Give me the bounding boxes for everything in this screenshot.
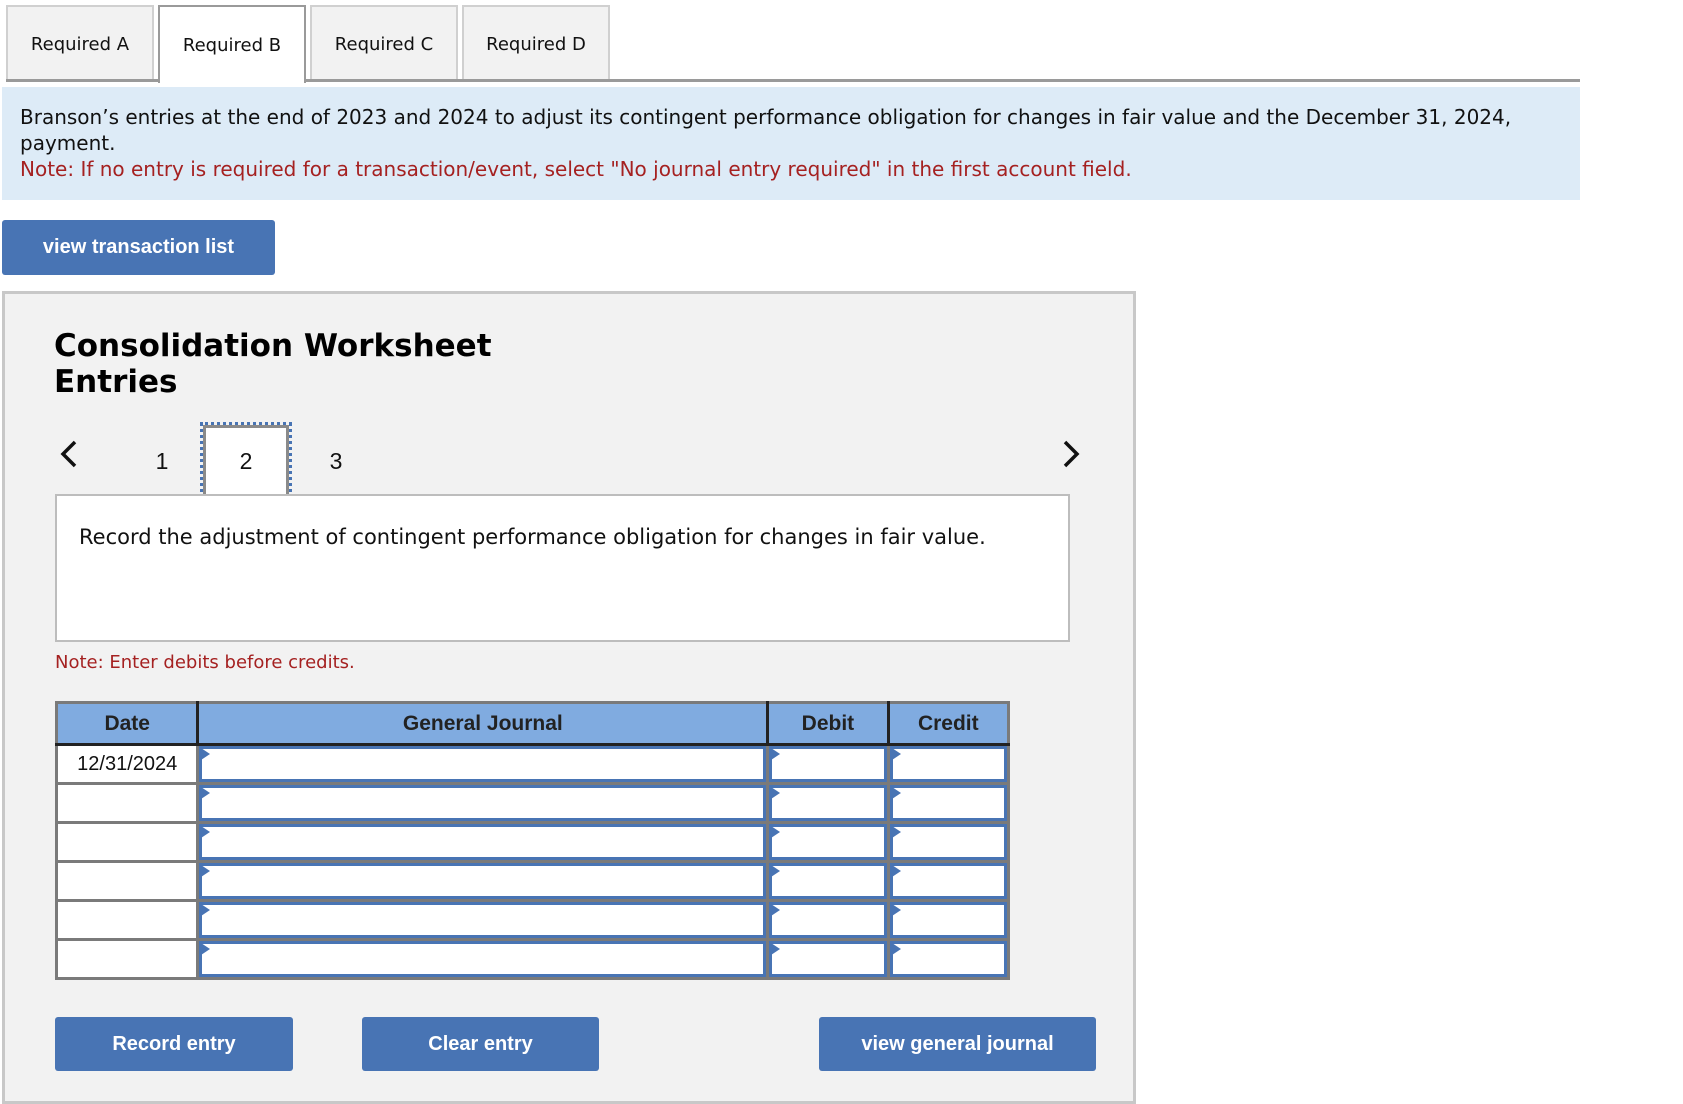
account-input[interactable]	[199, 785, 767, 821]
account-input[interactable]	[199, 746, 767, 782]
account-cell	[197, 744, 770, 785]
credit-cell	[888, 900, 1009, 941]
debit-input[interactable]	[769, 902, 887, 938]
tab-required-b[interactable]: Required B	[158, 5, 306, 83]
account-cell	[197, 900, 770, 941]
account-cell	[197, 939, 770, 979]
journal-row: 12/31/2024	[56, 744, 1009, 785]
debit-cell	[767, 783, 890, 824]
view-transaction-list-button[interactable]: view transaction list	[2, 220, 275, 275]
worksheet-panel: Consolidation Worksheet Entries 1 2 3 Re…	[2, 291, 1136, 1104]
debit-input[interactable]	[769, 863, 887, 899]
debits-note: Note: Enter debits before credits.	[55, 652, 355, 673]
debit-input[interactable]	[769, 746, 887, 782]
instruction-banner: Branson’s entries at the end of 2023 and…	[2, 87, 1580, 200]
credit-input[interactable]	[889, 902, 1007, 938]
tab-required-c[interactable]: Required C	[310, 5, 458, 81]
header-date: Date	[56, 702, 200, 746]
tab-required-a[interactable]: Required A	[6, 5, 154, 81]
journal-body: 12/31/2024	[56, 744, 1009, 979]
header-general-journal: General Journal	[197, 702, 770, 746]
credit-cell	[888, 822, 1009, 863]
debit-cell	[767, 822, 890, 863]
record-entry-button[interactable]: Record entry	[55, 1017, 293, 1071]
journal-table: Date General Journal Debit Credit 12/31/…	[55, 701, 1010, 980]
journal-row	[56, 939, 1009, 979]
account-input[interactable]	[199, 824, 767, 860]
journal-row	[56, 861, 1009, 902]
date-cell	[56, 900, 200, 941]
date-cell	[56, 939, 200, 979]
view-general-journal-button[interactable]: view general journal	[819, 1017, 1096, 1071]
account-input[interactable]	[199, 902, 767, 938]
date-cell: 12/31/2024	[56, 744, 200, 785]
journal-row	[56, 822, 1009, 863]
credit-cell	[888, 861, 1009, 902]
credit-input[interactable]	[889, 941, 1007, 977]
credit-input[interactable]	[889, 746, 1007, 782]
chevron-right-icon[interactable]	[1055, 434, 1085, 474]
account-cell	[197, 783, 770, 824]
date-cell	[56, 783, 200, 824]
page-1[interactable]: 1	[119, 425, 205, 497]
debit-input[interactable]	[769, 824, 887, 860]
header-debit: Debit	[767, 702, 890, 746]
header-credit: Credit	[888, 702, 1009, 746]
debit-cell	[767, 939, 890, 979]
journal-header-row: Date General Journal Debit Credit	[56, 702, 1009, 746]
debit-cell	[767, 744, 890, 785]
journal-row	[56, 783, 1009, 824]
instruction-note: Note: If no entry is required for a tran…	[20, 157, 1132, 181]
account-cell	[197, 861, 770, 902]
debit-input[interactable]	[769, 785, 887, 821]
tab-required-d[interactable]: Required D	[462, 5, 610, 81]
clear-entry-button[interactable]: Clear entry	[362, 1017, 599, 1071]
account-input[interactable]	[199, 941, 767, 977]
credit-input[interactable]	[889, 863, 1007, 899]
account-input[interactable]	[199, 863, 767, 899]
requirement-tabs: Required A Required B Required C Require…	[6, 5, 614, 83]
credit-cell	[888, 744, 1009, 785]
account-cell	[197, 822, 770, 863]
debit-cell	[767, 900, 890, 941]
credit-cell	[888, 939, 1009, 979]
credit-input[interactable]	[889, 824, 1007, 860]
credit-input[interactable]	[889, 785, 1007, 821]
journal-row	[56, 900, 1009, 941]
chevron-left-icon[interactable]	[55, 434, 85, 474]
debit-input[interactable]	[769, 941, 887, 977]
date-cell	[56, 822, 200, 863]
page-2-current[interactable]: 2	[200, 422, 292, 500]
worksheet-title: Consolidation Worksheet Entries	[54, 328, 492, 400]
instruction-text: Branson’s entries at the end of 2023 and…	[20, 105, 1512, 155]
debit-cell	[767, 861, 890, 902]
date-cell	[56, 861, 200, 902]
page-3[interactable]: 3	[293, 425, 379, 497]
credit-cell	[888, 783, 1009, 824]
entry-prompt: Record the adjustment of contingent perf…	[55, 494, 1070, 642]
